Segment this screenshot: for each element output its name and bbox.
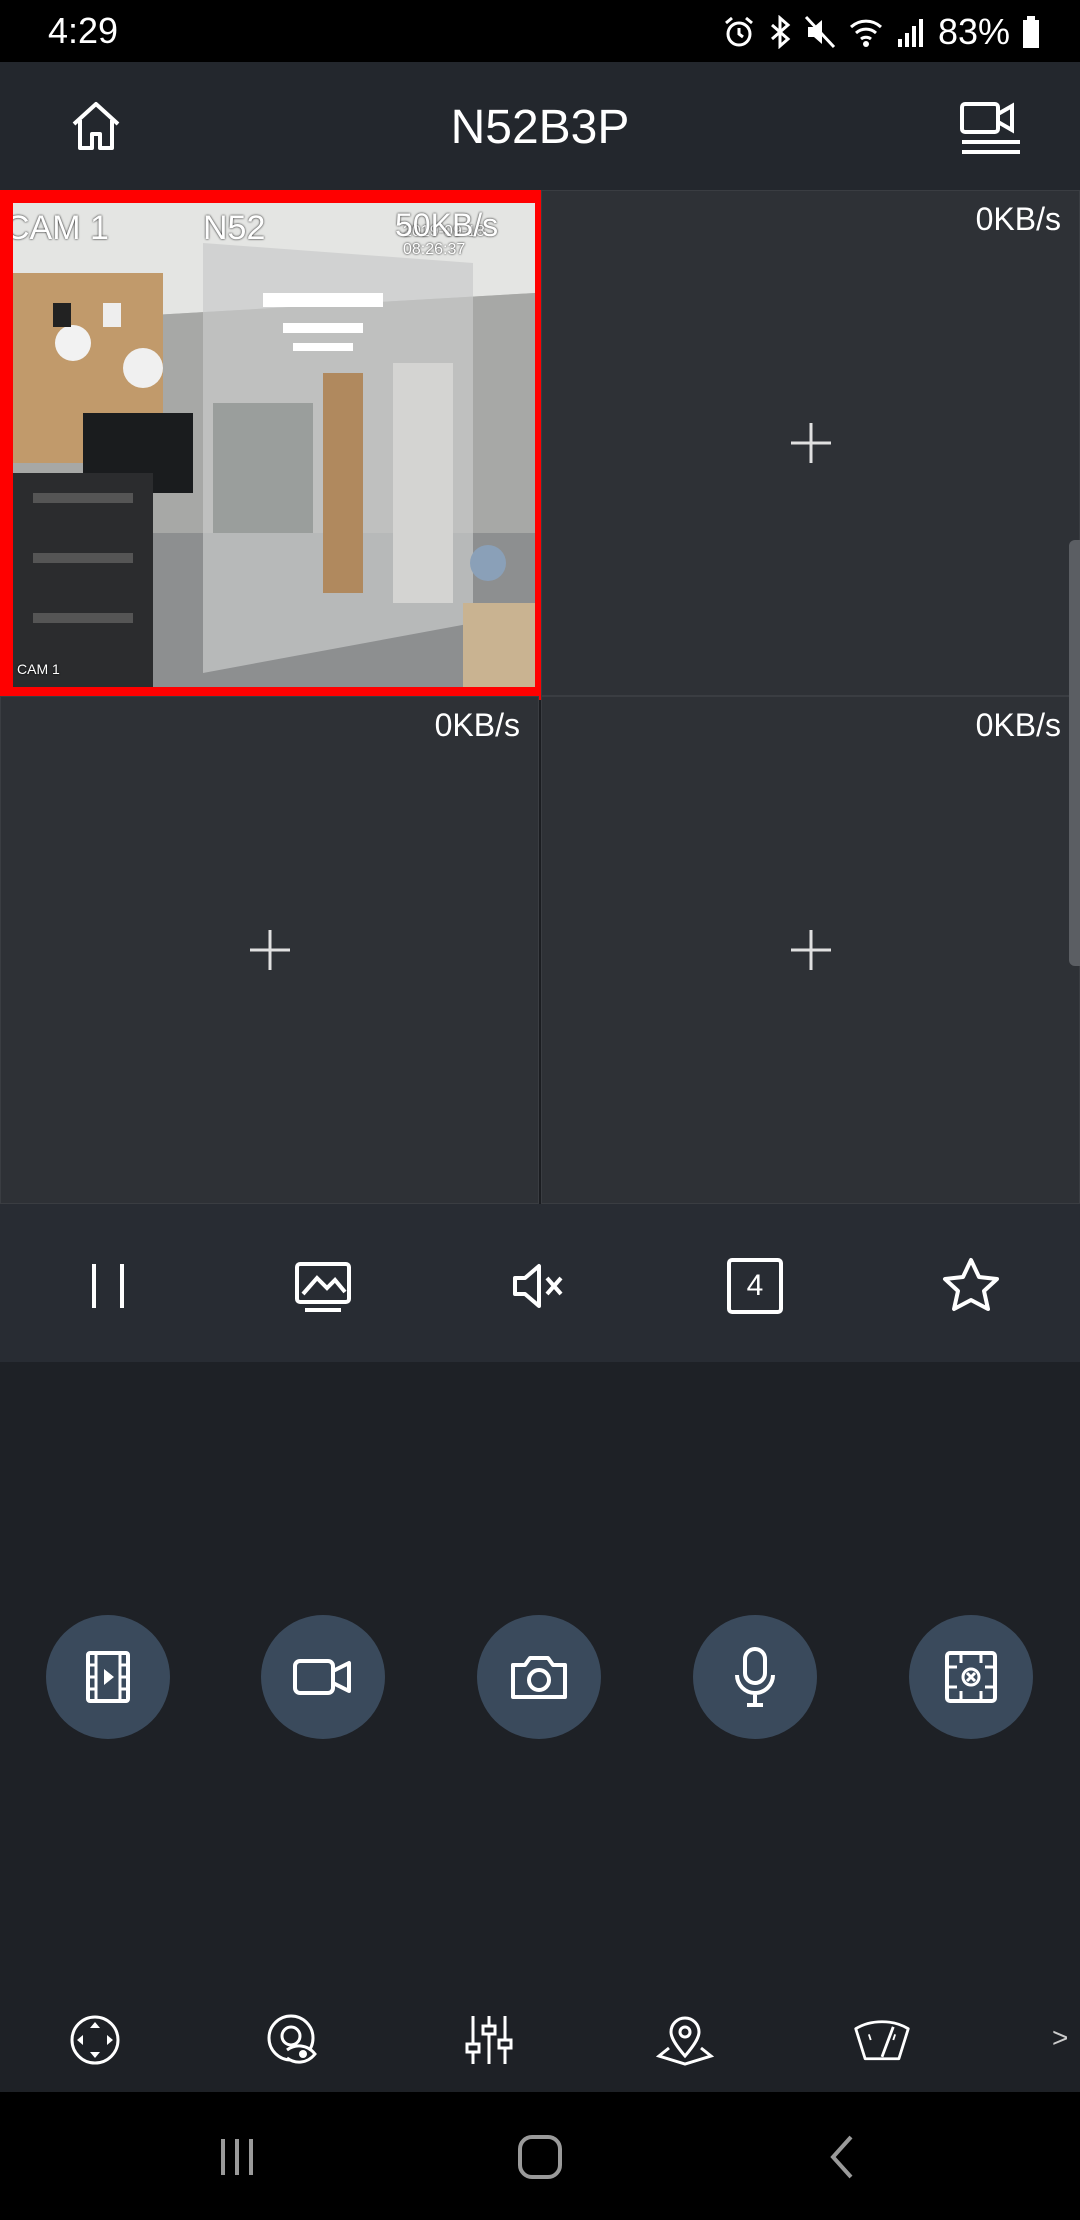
action-panel bbox=[0, 1362, 1080, 2092]
battery-percent: 83% bbox=[937, 11, 1010, 52]
camera-feed-image bbox=[13, 203, 535, 687]
record-icon bbox=[293, 1659, 351, 1695]
split-screen-icon[interactable]: 4 bbox=[723, 1254, 787, 1318]
home-nav-icon[interactable] bbox=[510, 2132, 570, 2182]
snapshot-icon bbox=[511, 1656, 567, 1699]
mute-icon[interactable] bbox=[507, 1254, 571, 1318]
status-bar: 4:29 83% bbox=[0, 0, 1080, 62]
stream-quality-icon[interactable] bbox=[291, 1254, 355, 1318]
playback-icon bbox=[86, 1651, 130, 1703]
favorite-icon[interactable] bbox=[939, 1254, 1003, 1318]
fisheye-icon bbox=[945, 1651, 997, 1703]
stream-rate: 0KB/s bbox=[434, 707, 520, 743]
more-tools-arrow[interactable]: > bbox=[1052, 2022, 1068, 2054]
status-icons: 83% bbox=[722, 10, 1040, 54]
eye-icon[interactable] bbox=[261, 2010, 321, 2070]
status-time: 4:29 bbox=[48, 10, 119, 51]
recent-apps-icon[interactable] bbox=[207, 2132, 267, 2182]
add-camera-icon[interactable] bbox=[789, 421, 833, 465]
wiper-icon[interactable] bbox=[852, 2010, 912, 2070]
wifi-icon bbox=[849, 19, 882, 47]
stream-rate: 0KB/s bbox=[975, 201, 1061, 237]
battery-icon bbox=[1023, 16, 1039, 48]
signal-icon bbox=[897, 19, 923, 47]
ptz-icon[interactable] bbox=[65, 2010, 125, 2070]
fisheye-button[interactable] bbox=[909, 1615, 1033, 1739]
snapshot-button[interactable] bbox=[477, 1615, 601, 1739]
bottom-toolbar: > bbox=[0, 2000, 1080, 2092]
bluetooth-icon bbox=[770, 15, 791, 49]
video-cell-4[interactable]: 0KB/s bbox=[541, 696, 1080, 1204]
video-cell-3[interactable]: 0KB/s bbox=[0, 696, 539, 1204]
back-icon[interactable] bbox=[813, 2132, 873, 2182]
record-button[interactable] bbox=[261, 1615, 385, 1739]
playback-toolbar: 4 bbox=[0, 1204, 1080, 1362]
stream-rate: 50KB/s bbox=[395, 207, 499, 243]
pause-icon[interactable] bbox=[76, 1254, 140, 1318]
camera-device-label: N52 bbox=[203, 209, 266, 247]
add-camera-icon[interactable] bbox=[248, 928, 292, 972]
add-camera-icon[interactable] bbox=[789, 928, 833, 972]
mute-icon bbox=[804, 15, 836, 49]
microphone-icon bbox=[735, 1647, 775, 1707]
video-cell-1[interactable]: CAM 1 N52 2019-09-18 08:26:37 50KB/s CAM… bbox=[0, 190, 548, 700]
camera-osd-label: CAM 1 bbox=[17, 661, 60, 677]
stream-rate: 0KB/s bbox=[975, 707, 1061, 743]
app-bar: N52B3P bbox=[0, 62, 1080, 190]
system-nav-bar bbox=[0, 2092, 1080, 2220]
video-cell-2[interactable]: 0KB/s bbox=[541, 190, 1080, 696]
camera-name-label: CAM 1 bbox=[5, 209, 109, 247]
image-adjust-icon[interactable] bbox=[459, 2010, 519, 2070]
alarm-icon bbox=[724, 16, 753, 47]
scrollbar-handle[interactable] bbox=[1069, 540, 1080, 966]
playback-button[interactable] bbox=[46, 1615, 170, 1739]
location-icon[interactable] bbox=[655, 2010, 715, 2070]
device-title: N52B3P bbox=[450, 101, 630, 154]
video-grid: CAM 1 N52 2019-09-18 08:26:37 50KB/s CAM… bbox=[0, 190, 1080, 1204]
device-list-icon[interactable] bbox=[958, 98, 1024, 156]
talk-button[interactable] bbox=[693, 1615, 817, 1739]
split-count: 4 bbox=[746, 1269, 764, 1302]
